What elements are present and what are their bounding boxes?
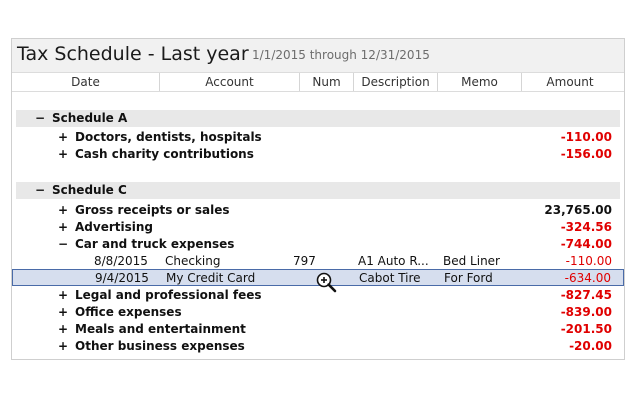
transaction-account: My Credit Card [166,271,256,285]
category-row[interactable]: + Advertising -324.56 [16,219,620,236]
column-header-row: Date Account Num Description Memo Amount [12,72,624,92]
expand-toggle-icon[interactable]: + [57,202,69,219]
transaction-date: 9/4/2015 [95,271,149,285]
report-header: Tax Schedule - Last year 1/1/2015 throug… [12,39,624,72]
group-row-schedule-c[interactable]: − Schedule C [16,182,620,199]
expand-toggle-icon[interactable]: + [57,146,69,163]
category-label: Advertising [75,220,153,234]
group-row-schedule-a[interactable]: − Schedule A [16,110,620,127]
expand-toggle-icon[interactable]: + [57,219,69,236]
transaction-date: 8/8/2015 [94,254,148,268]
group-label: Schedule A [52,111,128,125]
report-date-range[interactable]: 1/1/2015 through 12/31/2015 [252,48,430,62]
category-label: Doctors, dentists, hospitals [75,130,262,144]
transaction-num: 797 [293,254,316,268]
category-label: Meals and entertainment [75,322,246,336]
category-amount: -20.00 [569,339,612,353]
category-row[interactable]: + Office expenses -839.00 [16,304,620,321]
report-title: Tax Schedule - Last year [17,43,249,65]
column-header-amount[interactable]: Amount [522,73,618,91]
category-row[interactable]: + Gross receipts or sales 23,765.00 [16,202,620,219]
column-header-num[interactable]: Num [300,73,354,91]
column-header-account[interactable]: Account [160,73,300,91]
expand-toggle-icon[interactable]: + [57,129,69,146]
column-header-description[interactable]: Description [354,73,438,91]
expand-toggle-icon[interactable]: + [57,287,69,304]
transaction-row[interactable]: 8/8/2015 Checking 797 A1 Auto R... Bed L… [16,253,620,270]
group-label: Schedule C [52,183,127,197]
transaction-memo: For Ford [444,271,493,285]
collapse-toggle-icon[interactable]: − [57,236,69,253]
category-amount: -324.56 [560,220,612,234]
category-label: Office expenses [75,305,182,319]
category-amount: -744.00 [560,237,612,251]
category-row[interactable]: + Meals and entertainment -201.50 [16,321,620,338]
collapse-toggle-icon[interactable]: − [34,182,46,199]
transaction-amount: -110.00 [565,254,612,268]
transaction-description: Cabot Tire [359,271,421,285]
zoom-in-magnifier-icon [316,272,337,293]
report-panel: Tax Schedule - Last year 1/1/2015 throug… [11,38,625,360]
category-amount: -110.00 [560,130,612,144]
transaction-amount: -634.00 [564,271,611,285]
column-header-date[interactable]: Date [12,73,160,91]
column-header-memo[interactable]: Memo [438,73,522,91]
category-amount: -827.45 [560,288,612,302]
category-amount: -201.50 [560,322,612,336]
category-label: Legal and professional fees [75,288,262,302]
expand-toggle-icon[interactable]: + [57,338,69,355]
expand-toggle-icon[interactable]: + [57,321,69,338]
category-row[interactable]: + Cash charity contributions -156.00 [16,146,620,163]
category-row[interactable]: + Other business expenses -20.00 [16,338,620,355]
category-label: Gross receipts or sales [75,203,230,217]
category-amount: -839.00 [560,305,612,319]
transaction-description: A1 Auto R... [358,254,429,268]
transaction-account: Checking [165,254,221,268]
transaction-memo: Bed Liner [443,254,500,268]
category-label: Cash charity contributions [75,147,254,161]
category-amount: -156.00 [560,147,612,161]
category-row[interactable]: + Doctors, dentists, hospitals -110.00 [16,129,620,146]
category-label: Car and truck expenses [75,237,235,251]
category-row[interactable]: − Car and truck expenses -744.00 [16,236,620,253]
category-amount: 23,765.00 [544,203,612,217]
expand-toggle-icon[interactable]: + [57,304,69,321]
collapse-toggle-icon[interactable]: − [34,110,46,127]
category-label: Other business expenses [75,339,245,353]
